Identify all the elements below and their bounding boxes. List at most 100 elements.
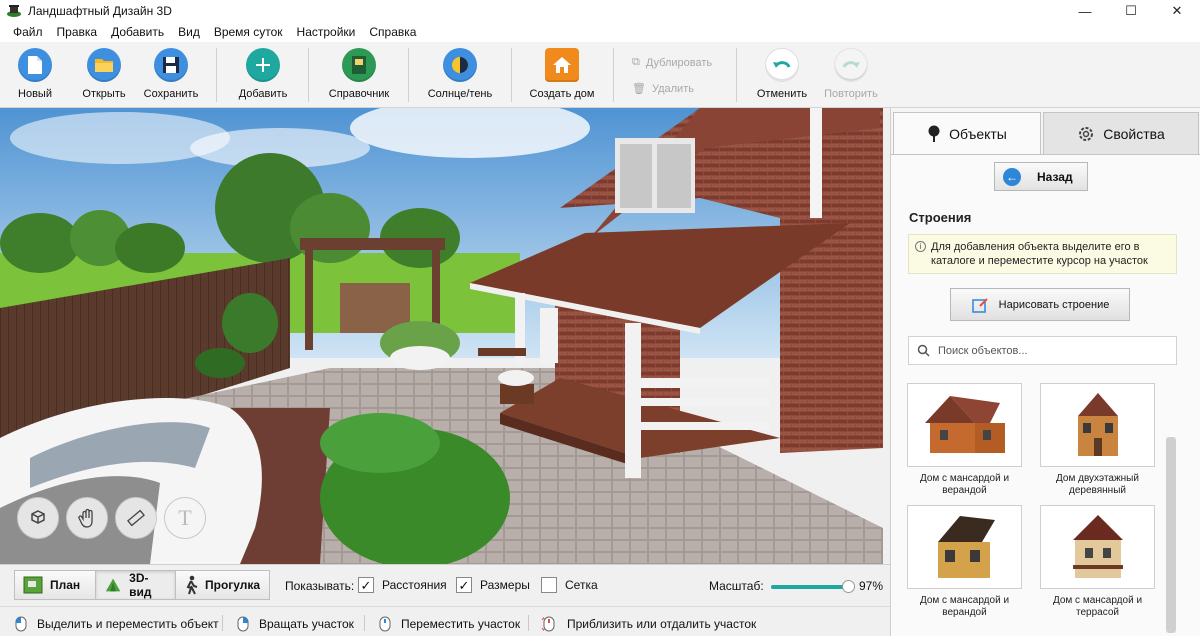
status-separator <box>364 615 365 631</box>
menu-time-of-day[interactable]: Время суток <box>207 25 290 39</box>
zoom-slider-track[interactable] <box>771 585 851 589</box>
search-icon <box>917 344 930 357</box>
status-bar: Выделить и переместить объект Вращать уч… <box>0 606 890 636</box>
tree-icon <box>928 125 940 142</box>
sizes-label: Размеры <box>480 578 530 592</box>
catalog-item[interactable]: Дом двухэтажный деревянный <box>1040 383 1155 497</box>
duplicate-button[interactable]: ⧉ Дублировать <box>632 56 712 69</box>
open-button[interactable]: Открыть <box>80 48 128 104</box>
new-button[interactable]: Новый <box>16 48 54 104</box>
gear-icon <box>1079 126 1094 141</box>
sun-moon-icon <box>443 48 477 82</box>
redo-button[interactable]: Повторить <box>822 48 880 104</box>
grid-checkbox[interactable]: Сетка <box>541 577 598 593</box>
sun-shadow-button[interactable]: Солнце/тень <box>426 48 494 104</box>
book-icon <box>342 48 376 82</box>
duplicate-icon: ⧉ <box>632 56 640 68</box>
text-icon: T <box>178 505 192 530</box>
close-button[interactable]: ✕ <box>1154 0 1200 22</box>
tab-plan[interactable]: План <box>14 570 96 600</box>
menu-help[interactable]: Справка <box>362 25 423 39</box>
add-button[interactable]: Добавить <box>236 48 290 104</box>
view-options-bar: План 3D-вид Прогулка Показывать: ✓ Расст… <box>0 564 890 606</box>
pan-tool[interactable] <box>66 497 108 539</box>
undo-button[interactable]: Отменить <box>756 48 808 104</box>
mouse-right-icon <box>237 616 249 632</box>
menu-edit[interactable]: Правка <box>50 25 105 39</box>
toolbar: Новый Открыть Сохранить Добавить Справоч… <box>0 42 1200 108</box>
status-move-plot: Переместить участок <box>379 616 520 632</box>
tab-3d-label: 3D-вид <box>129 571 152 599</box>
menu-view[interactable]: Вид <box>171 25 207 39</box>
minimize-icon: — <box>1078 3 1092 19</box>
3d-plant-icon <box>105 578 121 592</box>
catalog-item-name: Дом двухэтажный деревянный <box>1040 467 1155 497</box>
close-icon: ✕ <box>1171 3 1183 18</box>
search-input[interactable]: Поиск объектов... <box>908 336 1177 365</box>
text-tool[interactable]: T <box>164 497 206 539</box>
tab-plan-label: План <box>50 578 81 592</box>
save-button[interactable]: Сохранить <box>142 48 200 104</box>
sun-shadow-label: Солнце/тень <box>427 88 493 100</box>
minimize-button[interactable]: — <box>1062 0 1108 22</box>
catalog-item[interactable]: Дом с мансардой и верандой <box>907 383 1022 497</box>
status-select-move: Выделить и переместить объект <box>15 616 219 632</box>
house-icon <box>545 48 579 82</box>
folder-icon <box>87 48 121 82</box>
catalog-item-name: Дом с мансардой и верандой <box>907 467 1022 497</box>
status-zoom: Приблизить или отдалить участок <box>541 616 756 632</box>
tab-walk-label: Прогулка <box>205 578 261 592</box>
status-separator <box>222 615 223 631</box>
scrollbar-thumb[interactable] <box>1166 437 1176 633</box>
tab-objects[interactable]: Объекты <box>893 112 1041 154</box>
distances-check-icon: ✓ <box>358 577 374 593</box>
back-button[interactable]: ← Назад <box>994 162 1088 191</box>
save-label: Сохранить <box>143 88 199 100</box>
toolbar-separator <box>511 48 512 102</box>
3d-viewport[interactable] <box>0 108 883 564</box>
menu-file[interactable]: Файл <box>6 25 50 39</box>
house-thumbnail <box>1040 505 1155 589</box>
measure-tool[interactable] <box>115 497 157 539</box>
object-panel-body: ← Назад Строения i Для добавления объект… <box>891 154 1200 636</box>
menu-add[interactable]: Добавить <box>104 25 171 39</box>
status-move-plot-label: Переместить участок <box>401 617 521 631</box>
zoom-value: 97% <box>859 579 884 593</box>
sizes-checkbox[interactable]: ✓ Размеры <box>456 577 530 593</box>
zoom-slider-thumb[interactable] <box>841 580 855 593</box>
tab-properties[interactable]: Свойства <box>1043 112 1199 154</box>
tab-objects-label: Объекты <box>949 125 1007 142</box>
status-zoom-label: Приблизить или отдалить участок <box>567 617 757 631</box>
catalog-item[interactable]: Дом с мансардой и террасой <box>1040 505 1155 619</box>
menu-settings[interactable]: Настройки <box>290 25 363 39</box>
duplicate-label: Дублировать <box>645 56 713 69</box>
distances-checkbox[interactable]: ✓ Расстояния <box>358 577 447 593</box>
zoom-slider-fill <box>771 585 849 589</box>
section-title: Строения <box>909 210 972 225</box>
draw-building-button[interactable]: Нарисовать строение <box>950 288 1130 321</box>
toolbar-separator <box>736 48 737 102</box>
app-logo-icon <box>6 3 22 19</box>
tab-walk[interactable]: Прогулка <box>175 570 270 600</box>
catalog-scrollbar[interactable] <box>1166 437 1176 633</box>
toolbar-separator <box>308 48 309 102</box>
rotate-3d-tool[interactable] <box>17 497 59 539</box>
redo-label: Повторить <box>824 88 878 100</box>
status-rotate-label: Вращать участок <box>259 617 354 631</box>
sizes-check-icon: ✓ <box>456 577 472 593</box>
toolbar-separator <box>408 48 409 102</box>
hint-box: i Для добавления объекта выделите его в … <box>908 234 1177 274</box>
delete-button[interactable]: 🗑 Удалить <box>632 82 694 96</box>
create-house-label: Создать дом <box>529 88 595 100</box>
reference-button[interactable]: Справочник <box>326 48 392 104</box>
delete-label: Удалить <box>651 82 694 95</box>
info-icon: i <box>915 241 926 252</box>
ruler-icon <box>127 509 145 527</box>
plan-map-icon <box>23 576 43 594</box>
create-house-button[interactable]: Создать дом <box>528 48 596 104</box>
catalog-item-name: Дом с мансардой и террасой <box>1040 589 1155 619</box>
maximize-button[interactable]: ☐ <box>1108 0 1154 22</box>
catalog-item[interactable]: Дом с мансардой и верандой <box>907 505 1022 619</box>
tab-3d-view[interactable]: 3D-вид <box>95 570 176 600</box>
add-label: Добавить <box>238 88 288 100</box>
